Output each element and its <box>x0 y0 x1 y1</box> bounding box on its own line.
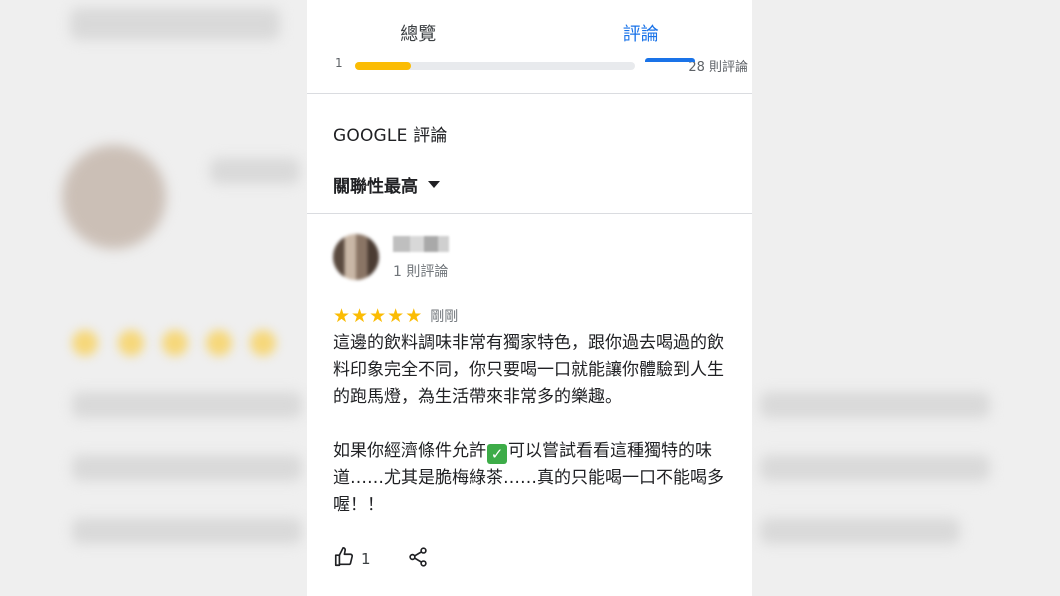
share-button[interactable] <box>407 546 429 572</box>
dropdown-caret-icon <box>428 181 440 188</box>
section-title: GOOGLE 評論 <box>333 126 448 146</box>
avatar[interactable] <box>333 234 379 280</box>
tab-bar: 總覽 評論 <box>307 0 752 62</box>
review-count[interactable]: 28 則評論 <box>688 56 748 75</box>
share-icon <box>407 547 429 572</box>
author-name-pixelated[interactable] <box>393 236 449 252</box>
rating-histogram-row: 1 28 則評論 <box>307 54 752 75</box>
review-rating: ★ ★ ★ ★ ★ 剛剛 <box>333 306 458 326</box>
tab-reviews[interactable]: 評論 <box>530 0 753 62</box>
star-icon: ★ <box>405 305 423 327</box>
star-icon: ★ <box>387 305 405 327</box>
rating-bar-fill <box>355 62 411 70</box>
active-tab-indicator <box>645 58 695 62</box>
sort-label: 關聯性最高 <box>333 177 418 197</box>
review-paragraph-1: 這邊的飲料調味非常有獨家特色，跟你過去喝過的飲料印象完全不同，你只要喝一口就能讓… <box>333 333 724 407</box>
author-review-count: 1 則評論 <box>393 264 449 280</box>
star-icon: ★ <box>369 305 387 327</box>
star-level-label: 1 <box>335 56 343 70</box>
check-mark-emoji: ✓ <box>487 444 507 464</box>
thumbs-up-icon <box>333 546 355 572</box>
like-button[interactable]: 1 <box>333 546 371 572</box>
star-icon: ★ <box>333 305 351 327</box>
divider <box>307 213 752 214</box>
star-rating: ★ ★ ★ ★ ★ <box>333 306 422 326</box>
star-icon: ★ <box>351 305 369 327</box>
sort-dropdown[interactable]: 關聯性最高 <box>333 172 440 197</box>
divider <box>307 93 752 94</box>
reviews-panel: 總覽 評論 1 28 則評論 GOOGLE 評論 關聯性最高 1 則評論 ★ ★ ★… <box>307 0 752 596</box>
rating-bar <box>355 62 635 70</box>
review-actions: 1 <box>333 546 429 572</box>
review-time: 剛剛 <box>430 309 459 325</box>
review-paragraph-2-start: 如果你經濟條件允許 <box>333 441 486 461</box>
tab-overview[interactable]: 總覽 <box>307 0 530 62</box>
review-text: 這邊的飲料調味非常有獨家特色，跟你過去喝過的飲料印象完全不同，你只要喝一口就能讓… <box>333 330 733 519</box>
like-count: 1 <box>361 550 371 568</box>
